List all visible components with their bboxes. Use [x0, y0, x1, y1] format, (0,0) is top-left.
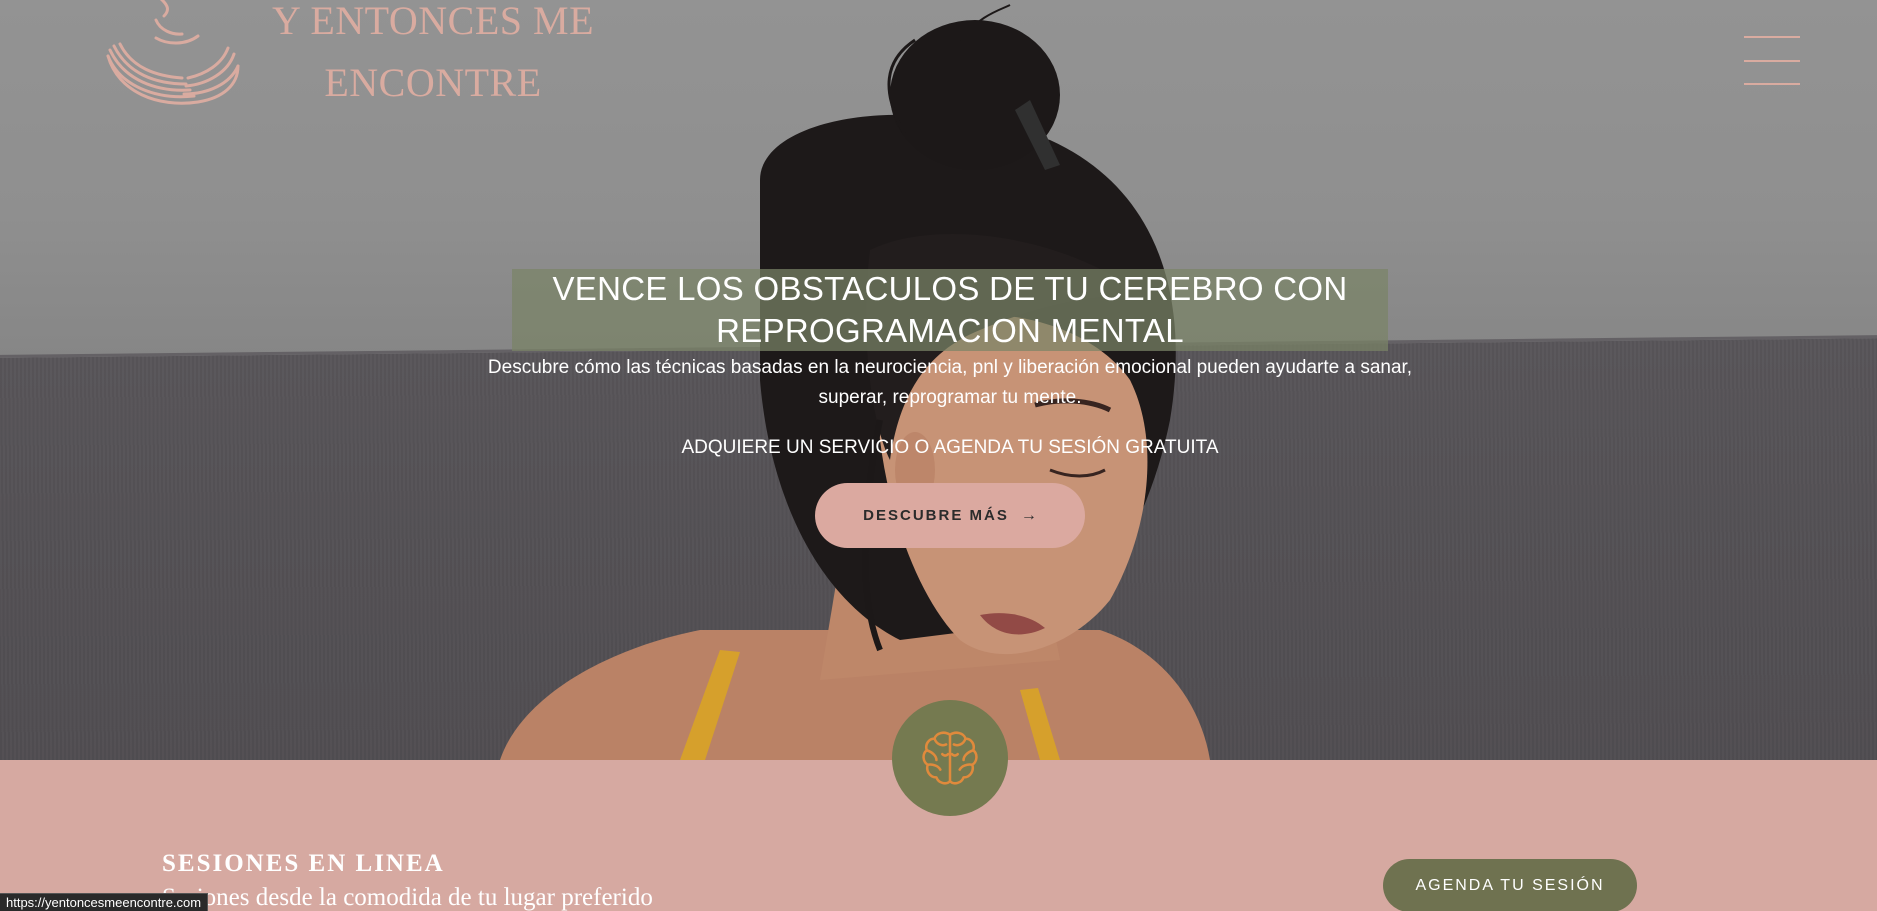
brain-feature-badge [892, 700, 1008, 816]
sessions-title: SESIONES EN LINEA [162, 850, 445, 877]
discover-more-label: DESCUBRE MÁS [863, 507, 1009, 524]
arrow-right-icon: → [1020, 506, 1037, 524]
hero-subtext: Descubre cómo las técnicas basadas en la… [487, 357, 1413, 408]
sessions-subtitle: Sesiones desde la comodida de tu lugar p… [162, 884, 653, 911]
status-bar-url: https://yentoncesmeencontre.com [0, 893, 209, 911]
brain-icon [922, 731, 978, 785]
hamburger-menu-icon[interactable] [1744, 34, 1800, 86]
site-logo[interactable]: Y ENTONCES ME ENCONTRE [98, 0, 618, 120]
logo-hands-icon [106, 0, 240, 105]
hero-headline: VENCE LOS OBSTACULOS DE TU CEREBRO CON R… [552, 270, 1348, 349]
book-session-button[interactable]: AGENDA TU SESIÓN [1383, 859, 1637, 911]
discover-more-button[interactable]: DESCUBRE MÁS → [815, 483, 1085, 548]
hero-cta-text: ADQUIERE UN SERVICIO O AGENDA TU SESIÓN … [681, 437, 1219, 458]
logo-wordmark: Y ENTONCES ME ENCONTRE [248, 0, 618, 114]
logo-line-2: ENCONTRE [324, 60, 542, 105]
logo-line-1: Y ENTONCES ME [271, 0, 595, 43]
